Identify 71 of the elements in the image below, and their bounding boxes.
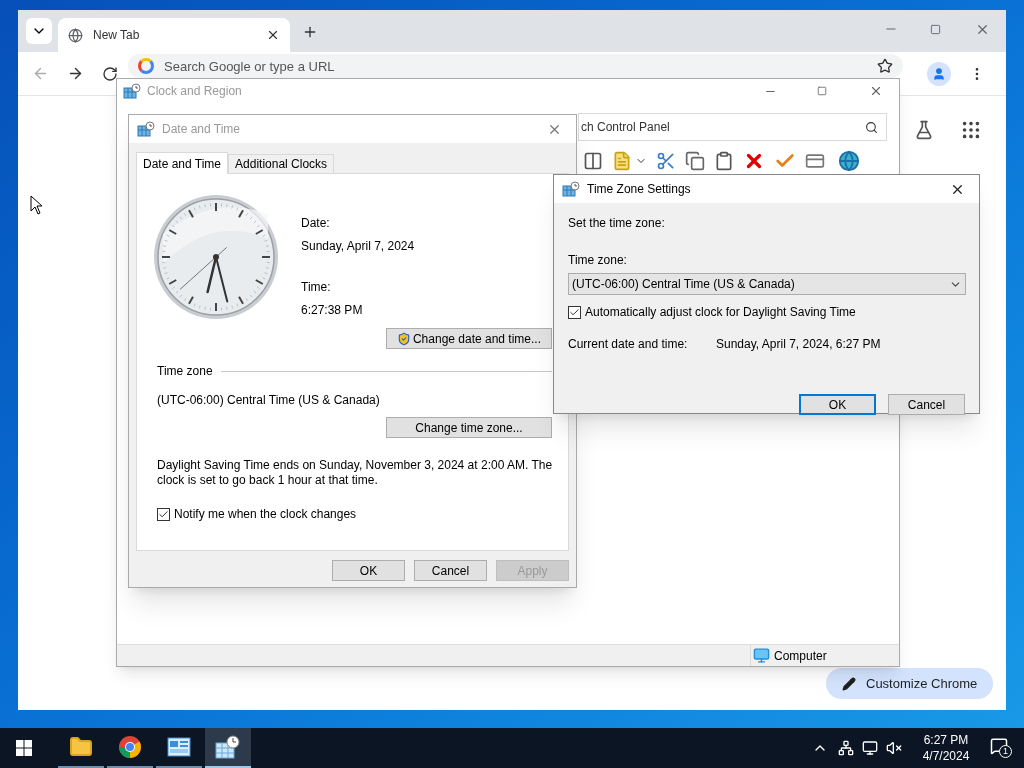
profile-avatar[interactable] [927, 61, 951, 86]
calendar-clock-icon [562, 181, 580, 197]
current-time-label: Current date and time: [568, 336, 689, 353]
maximize-icon[interactable] [930, 24, 941, 35]
customize-chrome-button[interactable]: Customize Chrome [826, 668, 994, 699]
timezone-value: (UTC-06:00) Central Time (US & Canada) [156, 392, 381, 409]
change-date-time-button[interactable]: Change date and time... [386, 328, 552, 349]
volume-muted-icon[interactable] [886, 740, 902, 756]
card-icon[interactable] [805, 151, 825, 171]
network-icon[interactable] [838, 740, 854, 756]
new-tab-icon[interactable] [302, 24, 318, 40]
close-tab-icon[interactable] [266, 28, 280, 42]
panel-layout-icon[interactable] [583, 151, 603, 171]
instruction-text: Set the time zone: [568, 215, 666, 232]
mouse-cursor-icon [30, 195, 44, 215]
date-value: Sunday, April 7, 2024 [301, 238, 416, 255]
calendar-clock-icon [215, 735, 241, 759]
time-zone-dropdown[interactable]: (UTC-06:00) Central Time (US & Canada) [568, 273, 966, 295]
tab-search-button[interactable] [26, 18, 52, 44]
time-label: Time: [301, 279, 332, 296]
tab-title: New Tab [93, 27, 141, 44]
forward-icon[interactable] [67, 65, 84, 82]
folder-icon [69, 735, 93, 759]
time-value: 6:27:38 PM [301, 302, 364, 319]
dialog-button[interactable]: Cancel [888, 394, 965, 415]
section-heading: Time zone [157, 363, 213, 380]
dialog-button[interactable]: Cancel [414, 560, 487, 581]
checkbox-label: Notify me when the clock changes [174, 506, 357, 523]
dst-note: Daylight Saving Time ends on Sunday, November 3, 2024 at 2:00 AM. The clock is set to go back 1 hour at that time. [156, 458, 554, 488]
computer-icon [753, 647, 770, 664]
address-placeholder: Search Google or type a URL [164, 59, 336, 73]
dialog-button[interactable]: OK [799, 394, 876, 415]
copy-icon[interactable] [685, 151, 705, 171]
dialog-tab[interactable]: Additional Clocks [228, 154, 335, 173]
globe-icon[interactable] [838, 150, 860, 172]
monitor-icon[interactable] [862, 740, 878, 756]
dialog-title: Time Zone Settings [587, 181, 692, 198]
calendar-clock-icon [137, 121, 155, 137]
address-bar[interactable]: Search Google or type a URL [128, 54, 903, 78]
bookmark-star-icon[interactable] [877, 58, 893, 74]
search-field[interactable]: ch Control Panel [578, 113, 887, 141]
google-logo-icon [138, 58, 154, 74]
pencil-icon [842, 676, 856, 691]
clock-date[interactable]: 4/7/2024 [922, 748, 970, 764]
reload-icon[interactable] [102, 65, 118, 82]
clipboard-icon[interactable] [714, 151, 734, 171]
checkbox[interactable] [157, 507, 170, 521]
window-icon [167, 737, 191, 757]
field-label: Time zone: [568, 252, 628, 269]
dialog-tab[interactable]: Date and Time [136, 152, 229, 174]
apps-grid-icon[interactable] [960, 119, 982, 141]
taskbar-app-button[interactable] [205, 728, 251, 768]
search-icon[interactable] [865, 120, 878, 134]
status-location: Computer [774, 647, 827, 665]
date-label: Date: [301, 215, 331, 232]
search-placeholder: ch Control Panel [581, 119, 671, 136]
windows-start-icon[interactable] [16, 740, 32, 756]
chrome-icon [118, 735, 142, 759]
scissors-icon[interactable] [656, 151, 676, 171]
change-time-zone-button[interactable]: Change time zone... [386, 417, 552, 438]
checkbox-label: Automatically adjust clock for Daylight Saving Time [585, 304, 856, 321]
checkbox[interactable] [568, 305, 581, 319]
current-time-value: Sunday, April 7, 2024, 6:27 PM [716, 336, 881, 353]
window-title: Clock and Region [147, 83, 243, 100]
maximize-icon[interactable] [817, 86, 827, 96]
browser-tab[interactable]: New Tab [58, 18, 290, 52]
clock-time[interactable]: 6:27 PM [923, 732, 969, 748]
dialog-title: Date and Time [162, 121, 242, 138]
flask-icon[interactable] [914, 120, 934, 140]
dialog-button[interactable]: OK [332, 560, 405, 581]
shield-icon [396, 331, 411, 346]
